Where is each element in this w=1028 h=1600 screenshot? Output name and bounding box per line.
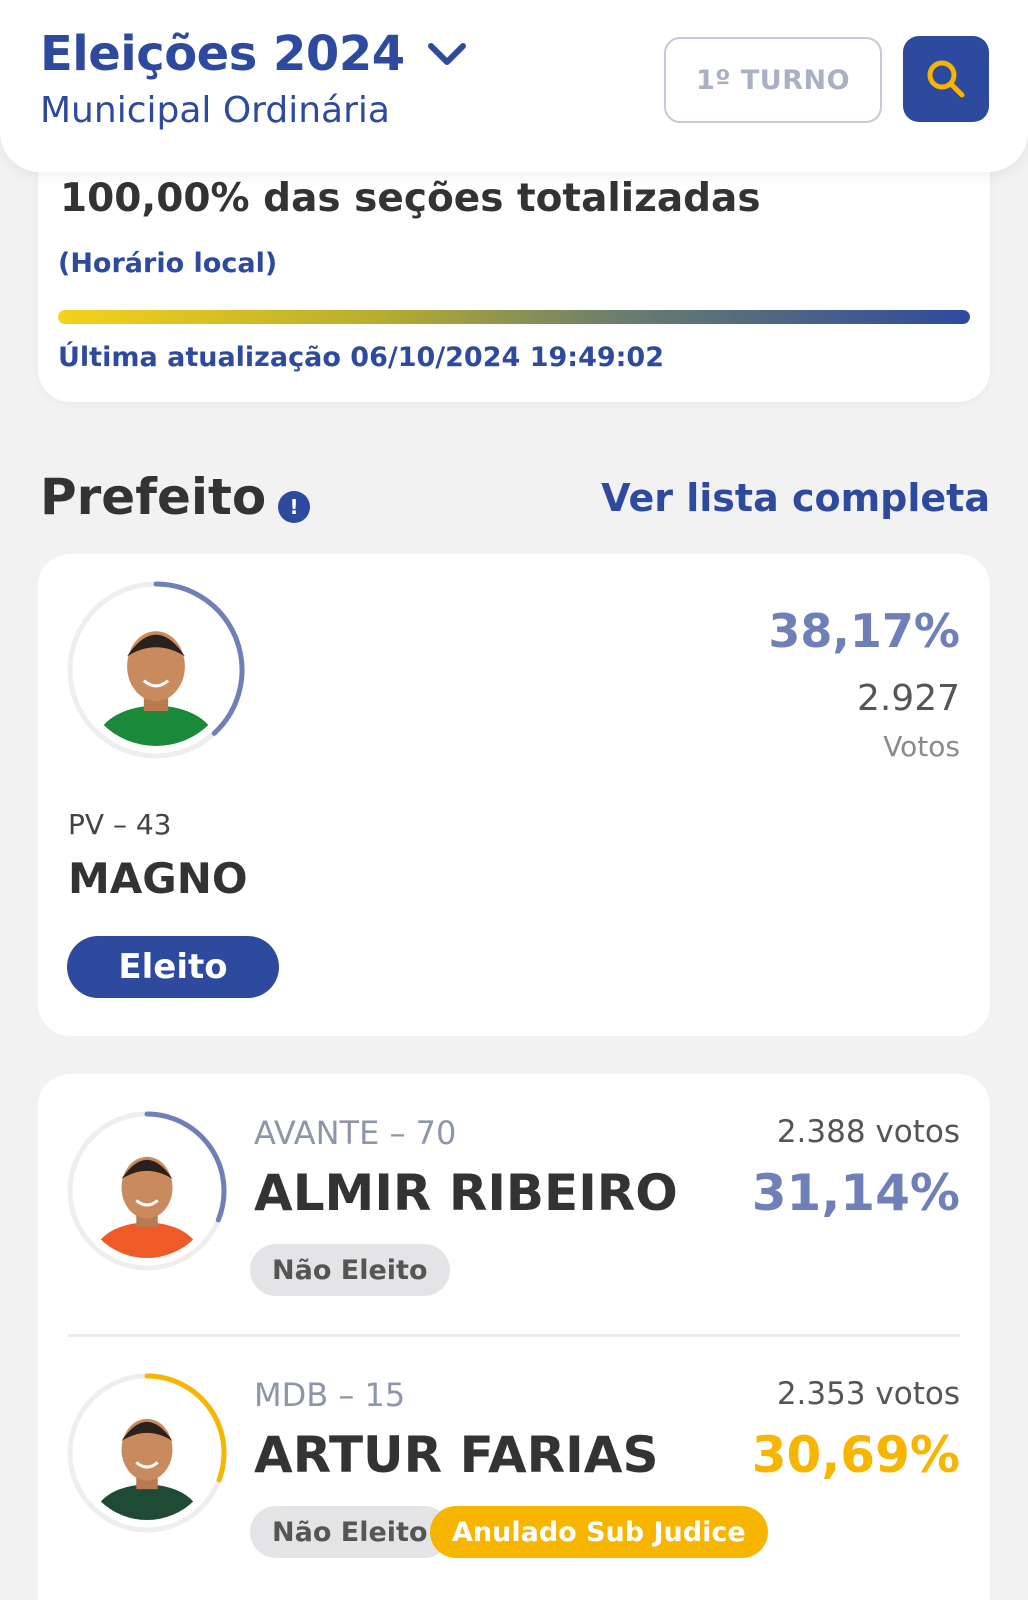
winner-percent: 38,17% xyxy=(768,604,960,658)
candidate-percent: 30,69% xyxy=(751,1426,960,1484)
candidate-avatar xyxy=(64,1108,230,1274)
search-icon xyxy=(927,60,965,98)
status-badge: Não Eleito xyxy=(250,1506,450,1558)
candidate-party: MDB – 15 xyxy=(254,1376,406,1414)
app-header: Eleições 2024 Municipal Ordinária 1º TUR… xyxy=(0,0,1028,172)
search-button[interactable] xyxy=(903,36,989,122)
winner-votes: 2.927 xyxy=(856,678,960,719)
election-selector[interactable]: Eleições 2024 xyxy=(40,26,467,82)
totalization-progress-bar xyxy=(58,310,970,324)
list-item[interactable]: MDB – 15 ARTUR FARIAS 2.353 votos 30,69%… xyxy=(38,1336,990,1566)
winner-votes-label: Votos xyxy=(883,730,960,763)
candidate-name: ARTUR FARIAS xyxy=(254,1426,659,1484)
candidate-avatar xyxy=(64,1370,230,1536)
candidate-party: AVANTE – 70 xyxy=(254,1114,457,1152)
candidates-list-card: AVANTE – 70 ALMIR RIBEIRO 2.388 votos 31… xyxy=(38,1074,990,1600)
status-badge: Não Eleito xyxy=(250,1244,450,1296)
candidate-avatar xyxy=(64,578,248,762)
sub-judice-badge: Anulado Sub Judice xyxy=(430,1506,768,1558)
candidate-percent: 31,14% xyxy=(751,1164,960,1222)
last-update-text: Última atualização 06/10/2024 19:49:02 xyxy=(58,342,665,373)
chevron-down-icon[interactable] xyxy=(427,40,467,68)
winner-name: MAGNO xyxy=(68,854,248,903)
candidate-name: ALMIR RIBEIRO xyxy=(254,1164,678,1222)
totalized-text: 100,00% das seções totalizadas xyxy=(60,176,761,221)
winner-card[interactable]: 38,17% 2.927 Votos PV – 43 MAGNO Eleito xyxy=(38,554,990,1036)
election-subtitle: Municipal Ordinária xyxy=(40,90,390,131)
info-icon[interactable]: ! xyxy=(278,491,310,523)
candidate-votes: 2.388 votos xyxy=(776,1114,960,1150)
winner-party: PV – 43 xyxy=(68,808,172,841)
full-list-link[interactable]: Ver lista completa xyxy=(601,476,990,520)
progress-fill xyxy=(58,310,970,324)
election-title: Eleições 2024 xyxy=(40,26,405,82)
turn-button[interactable]: 1º TURNO xyxy=(664,37,882,123)
list-item[interactable]: AVANTE – 70 ALMIR RIBEIRO 2.388 votos 31… xyxy=(38,1074,990,1304)
candidate-votes: 2.353 votos xyxy=(776,1376,960,1412)
local-time-label: (Horário local) xyxy=(58,248,278,279)
section-title: Prefeito xyxy=(40,468,267,526)
elected-badge: Eleito xyxy=(67,936,279,998)
